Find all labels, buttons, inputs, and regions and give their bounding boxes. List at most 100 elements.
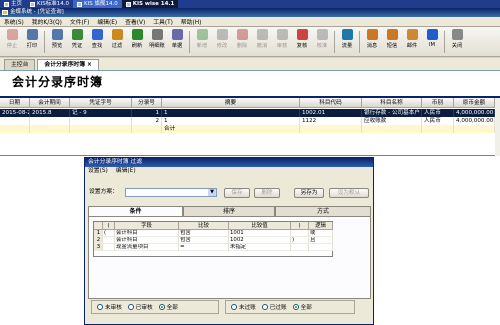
toolbar-button-close[interactable]: 关闭	[447, 29, 467, 55]
toolbar-button-im[interactable]: IM	[422, 29, 442, 55]
conditions-table: ( 字段 比较 比较值 ) 逻辑 1 ( 会计科目 包含 1001 或 2 会计…	[93, 221, 333, 257]
toolbar-button-print[interactable]: 打印	[22, 29, 42, 55]
tab-sort[interactable]: 排序	[183, 206, 275, 216]
dialog-menu-settings[interactable]: 设置(S)	[88, 167, 108, 176]
cashflow-icon	[341, 29, 353, 40]
toolbar-button-filter[interactable]: 过滤	[107, 29, 127, 55]
toolbar-separator	[444, 31, 445, 53]
delete-button[interactable]: 删除	[254, 188, 280, 198]
toolbar-button-voucher[interactable]: 凭证	[67, 29, 87, 55]
column-header-voucher-no[interactable]: 凭证字号	[70, 98, 132, 108]
column-header-date[interactable]: 日期	[0, 98, 30, 108]
window-title: 金蝶系统 - [凭证查询]	[10, 9, 64, 15]
posting-status-group: 未过账 已过账 全部	[225, 300, 355, 314]
audit-radio-0[interactable]: 未审核	[97, 303, 122, 311]
toolbar-separator	[359, 31, 360, 53]
toolbar-button-edit[interactable]: 修改	[212, 29, 232, 55]
column-header-period[interactable]: 会计期间	[30, 98, 70, 108]
column-header-logic: 逻辑	[309, 222, 333, 230]
tab-conditions[interactable]: 条件	[88, 206, 183, 216]
chevron-down-icon: ▼	[208, 189, 216, 196]
table-row[interactable]: 2 1 1122 应收账款 人民币 4,000,000.00	[0, 117, 495, 125]
toolbar-button-review[interactable]: 复核	[292, 29, 312, 55]
menu-edit[interactable]: 编辑(E)	[97, 17, 117, 26]
toolbar-button-find[interactable]: 查找	[87, 29, 107, 55]
voucher-icon	[71, 29, 83, 40]
toolbar-button-cashflow[interactable]: 流量	[337, 29, 357, 55]
toolbar-button-refresh[interactable]: 刷新	[127, 29, 147, 55]
toolbar-button-delete[interactable]: 删除	[232, 29, 252, 55]
radio-dot-icon	[97, 304, 103, 310]
table-row[interactable]: 2015-08-23 2015.8 记 - 9 1 1 1002.01 银行存款…	[0, 109, 495, 117]
menu-view[interactable]: 查看(V)	[125, 17, 145, 26]
taskbar-tab-kis-wise[interactable]: KIS wise 14.1	[121, 0, 179, 8]
toolbar-separator	[334, 31, 335, 53]
toolbar-button-message[interactable]: 消息	[362, 29, 382, 55]
toolbar-button-stop[interactable]: 停止	[2, 29, 22, 55]
table-total-row[interactable]: 合计	[0, 125, 495, 133]
journal-grid: 日期 会计期间 凭证字号 分录号 摘要 科目代码 科目名称 币别 原币金额 20…	[0, 98, 500, 156]
set-default-button[interactable]: 设为默认	[329, 188, 369, 198]
column-header-account-name[interactable]: 科目名称	[362, 98, 422, 108]
toolbar-button-ledger[interactable]: 明细账	[147, 29, 167, 55]
grid-scrollbar[interactable]	[495, 98, 500, 156]
condition-row[interactable]: 3 现金流量项目 = 未指定	[94, 244, 333, 251]
toolbar-button-preview[interactable]: 预览	[47, 29, 67, 55]
toolbar-button-document[interactable]: 单据	[167, 29, 187, 55]
edit-icon	[216, 29, 228, 40]
column-header-account-code[interactable]: 科目代码	[300, 98, 362, 108]
audit-radio-1[interactable]: 已审核	[127, 303, 153, 311]
save-button[interactable]: 保存	[224, 188, 250, 198]
column-header-summary[interactable]: 摘要	[162, 98, 300, 108]
menu-tools[interactable]: 工具(T)	[153, 17, 173, 26]
column-header-field: 字段	[115, 222, 179, 230]
condition-row[interactable]: 2 会计科目 包含 1002 ) 且	[94, 237, 333, 244]
column-header-amount[interactable]: 原币金额	[454, 98, 495, 108]
authorize-icon	[316, 29, 328, 40]
radio-dot-icon	[127, 304, 134, 310]
undo-icon	[256, 29, 268, 40]
menu-system[interactable]: 系统(S)	[4, 17, 24, 26]
radio-dot-icon	[261, 304, 268, 310]
column-header-lparen: (	[103, 222, 115, 230]
posting-radio-0[interactable]: 未过账	[231, 303, 256, 311]
save-as-button[interactable]: 另存为	[294, 188, 324, 198]
taskbar: 主页 KIS标准14.0 KIS 旗舰14.0 KIS wise 14.1	[0, 0, 500, 8]
radio-dot-icon	[231, 304, 237, 310]
document-tab-bar: 主控台 会计分录序时簿 ×	[0, 58, 500, 71]
column-header-entry-no[interactable]: 分录号	[132, 98, 162, 108]
column-header-currency[interactable]: 币别	[422, 98, 454, 108]
taskbar-tab-kis-ultimate[interactable]: KIS 旗舰14.0	[72, 0, 122, 8]
condition-row[interactable]: 1 ( 会计科目 包含 1001 或	[94, 230, 333, 237]
tab-mode[interactable]: 方式	[275, 206, 371, 216]
taskbar-tab-kis-standard[interactable]: KIS标准14.0	[26, 0, 73, 8]
page-title: 会计分录序时簿	[12, 75, 104, 89]
taskbar-tab-home[interactable]: 主页	[0, 0, 26, 8]
tab-journal-register[interactable]: 会计分录序时簿 ×	[37, 59, 99, 70]
row-number-header	[94, 222, 103, 230]
toolbar-button-undo[interactable]: 撤消	[252, 29, 272, 55]
stop-icon	[6, 29, 18, 40]
menu-help[interactable]: 帮助(H)	[181, 17, 201, 26]
posting-radio-2[interactable]: 全部	[292, 303, 312, 311]
scheme-label: 设置方案：	[89, 189, 118, 195]
menu-my-k3[interactable]: 我的K/3(Q)	[32, 17, 62, 26]
preview-icon	[51, 29, 63, 40]
scheme-select[interactable]: ▼	[125, 188, 217, 197]
filter-icon	[111, 29, 123, 40]
delete-icon	[236, 29, 248, 40]
toolbar-button-sms[interactable]: 短信	[382, 29, 402, 55]
dialog-menu-bar: 设置(S) 编辑(E)	[85, 167, 373, 176]
posting-radio-1[interactable]: 已过账	[261, 303, 287, 311]
toolbar-separator	[189, 31, 190, 53]
toolbar: 停止 打印 预览 凭证 查找 过滤 刷新 明细账 单据 新增 修改 删除 撤消 审核 复核 核准 流量 消息 短信邮…	[0, 27, 500, 57]
audit-radio-2[interactable]: 全部	[158, 303, 178, 311]
toolbar-button-mail[interactable]: 邮件	[402, 29, 422, 55]
menu-bar: 系统(S) 我的K/3(Q) 文件(F) 编辑(E) 查看(V) 工具(T) 帮…	[0, 17, 500, 27]
tab-main-console[interactable]: 主控台	[4, 59, 36, 70]
toolbar-button-authorize[interactable]: 核准	[312, 29, 332, 55]
dialog-menu-edit[interactable]: 编辑(E)	[116, 167, 136, 176]
toolbar-button-approve[interactable]: 审核	[272, 29, 292, 55]
menu-file[interactable]: 文件(F)	[70, 17, 89, 26]
toolbar-button-add[interactable]: 新增	[192, 29, 212, 55]
